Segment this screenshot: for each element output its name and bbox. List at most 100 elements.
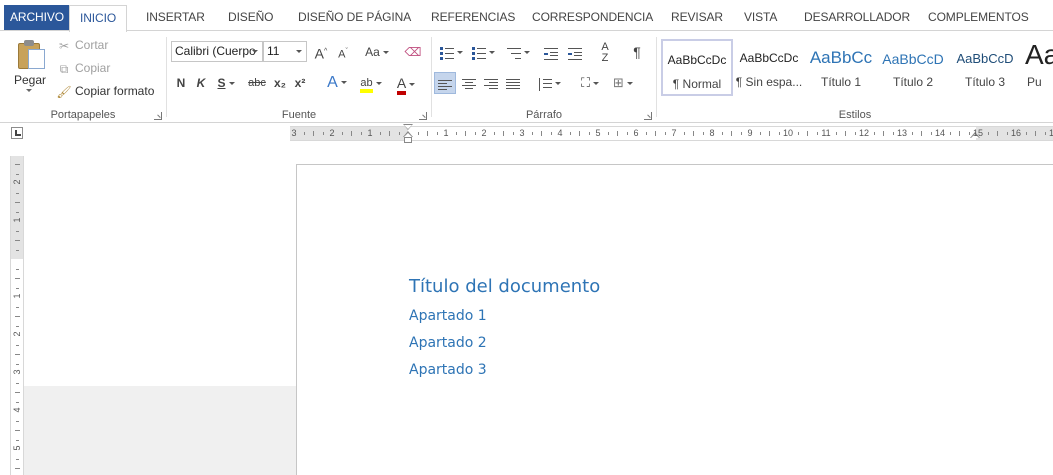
align-center-button[interactable] [458,72,480,94]
document-page[interactable]: Título del documento Apartado 1 Apartado… [296,164,1053,475]
format-painter-button[interactable]: 🖌 Copiar formato [56,81,154,101]
left-indent-marker[interactable] [403,124,413,145]
heading-item[interactable]: Apartado 3 [409,362,487,378]
clear-formatting-icon[interactable]: ⌫ [403,41,423,63]
change-case-button[interactable]: Aa [361,41,393,63]
ruler-tick [456,132,457,135]
font-color-button[interactable]: A [391,72,421,95]
style-heading-3[interactable]: AaBbCcD Título 3 [949,39,1021,96]
clipboard-group: Pegar ✂ Cortar ⧉ Copiar 🖌 Copiar formato Po… [0,31,166,123]
tab-home[interactable]: INICIO [69,5,128,32]
style-heading-1[interactable]: AaBbCc Título 1 [805,39,877,96]
decrease-indent-icon[interactable] [540,41,562,63]
sort-icon[interactable]: AZ [594,41,616,64]
multilevel-list-button[interactable] [502,41,534,63]
ruler-tick [15,202,20,203]
heading-item[interactable]: Apartado 2 [409,335,487,351]
chevron-down-icon [375,81,382,85]
ruler-number: 2 [481,128,487,138]
ruler-tick [627,132,628,135]
ruler-tick [16,193,19,194]
ruler-tick [551,132,552,135]
ruler-number: 5 [595,128,601,138]
ruler-number: 15 [972,128,983,138]
paste-button[interactable]: Pegar [14,73,46,87]
paintbrush-icon: 🖌 [56,84,72,99]
highlight-button[interactable]: ab [355,72,387,94]
ruler-tick [465,131,466,136]
subscript-button[interactable]: x₂ [271,72,289,94]
tab-design[interactable]: DISEÑO [220,5,281,31]
vertical-ruler[interactable]: 2 1 1 2 3 4 5 [10,156,24,475]
ruler-tick [931,132,932,135]
document-title[interactable]: Título del documento [409,276,600,297]
tab-mailings[interactable]: CORRESPONDENCIA [524,5,661,31]
borders-button[interactable]: ⊞ [608,72,638,94]
bullets-button[interactable] [436,41,466,63]
tab-selector-icon[interactable] [11,127,23,139]
ruler-tick [855,132,856,135]
shrink-font-button[interactable]: Aˇ [333,41,353,63]
ruler-number: 11 [821,128,831,138]
tab-insert[interactable]: INSERTAR [138,5,213,31]
ruler-tick [15,392,20,393]
ruler-tick [16,459,19,460]
ruler-tick [15,354,20,355]
ruler-tick [16,288,19,289]
ruler-tick [760,132,761,135]
ruler-tick [418,132,419,135]
ruler-tick [741,132,742,135]
underline-button[interactable]: S [213,72,239,94]
shading-button[interactable]: ⛶ [574,72,606,94]
cut-button[interactable]: ✂ Cortar [56,35,108,55]
chevron-down-icon [228,82,235,86]
ruler-number: 3 [291,128,297,138]
ruler-tick [693,131,694,136]
show-marks-button[interactable]: ¶ [626,41,648,63]
tab-view[interactable]: VISTA [736,5,785,31]
ruler-tick [503,131,504,136]
tab-file[interactable]: ARCHIVO [4,5,70,30]
style-normal[interactable]: AaBbCcDc ¶ Normal [661,39,733,96]
font-family-select[interactable]: Calibri (Cuerpo [171,41,263,62]
align-left-button[interactable] [434,72,456,94]
bold-button[interactable]: N [173,72,189,94]
tab-page-layout[interactable]: DISEÑO DE PÁGINA [290,5,419,31]
chevron-down-icon [252,50,258,53]
heading-item[interactable]: Apartado 1 [409,308,487,324]
font-dialog-launcher-icon[interactable] [419,112,427,120]
numbering-button[interactable] [468,41,498,63]
paste-dropdown-icon[interactable] [26,89,32,92]
ruler-tick [16,345,19,346]
font-size-select[interactable]: 11 [263,41,307,62]
horizontal-ruler[interactable]: 3211234567891011121314151617 [290,124,1053,143]
tab-review[interactable]: REVISAR [663,5,731,31]
italic-button[interactable]: K [193,72,209,94]
ruler-number: 3 [519,128,525,138]
increase-indent-icon[interactable] [564,41,586,63]
superscript-button[interactable]: x² [291,72,309,94]
tab-developer[interactable]: DESARROLLADOR [796,5,918,31]
align-right-button[interactable] [480,72,502,94]
style-title[interactable]: Aa Pu [1021,39,1053,96]
strikethrough-button[interactable]: abc [245,72,269,94]
paste-icon[interactable] [18,39,46,69]
ruler-tick [475,132,476,135]
paragraph-dialog-launcher-icon[interactable] [644,112,652,120]
ruler-tick [950,132,951,135]
style-heading-2[interactable]: AaBbCcD Título 2 [877,39,949,96]
copy-button[interactable]: ⧉ Copiar [56,58,111,78]
line-spacing-button[interactable] [534,72,564,94]
ruler-tick [1035,131,1036,136]
ruler-tick [921,131,922,136]
ruler-tick [351,131,352,136]
ruler-number: 1 [367,128,373,138]
tab-references[interactable]: REFERENCIAS [423,5,523,31]
ruler-tick [1045,132,1046,135]
clipboard-dialog-launcher-icon[interactable] [154,112,162,120]
style-no-spacing[interactable]: AaBbCcDc ¶ Sin espa... [733,39,805,96]
justify-button[interactable] [502,72,524,94]
grow-font-button[interactable]: A^ [311,41,331,63]
tab-addins[interactable]: COMPLEMENTOS [920,5,1037,31]
text-effects-button[interactable]: A [323,72,351,94]
